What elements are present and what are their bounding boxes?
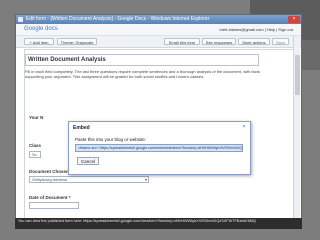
date-input[interactable] <box>29 202 79 209</box>
form-toolbar: + Add item Theme: Grayscale Email this f… <box>16 36 301 48</box>
field-label-name: Your N <box>29 115 44 120</box>
google-docs-logo: Google docs <box>24 26 58 32</box>
see-responses-button[interactable]: See responses <box>202 38 236 45</box>
email-form-button[interactable]: Email this form <box>164 38 200 45</box>
browser-window: Edit form - [Written Document Analysis] … <box>15 14 302 226</box>
close-icon[interactable]: × <box>241 124 247 130</box>
form-description[interactable]: Fill in each field completely. The last … <box>25 69 260 79</box>
more-actions-button[interactable]: More actions <box>238 38 270 45</box>
theme-button[interactable]: Theme: Grayscale <box>57 38 97 45</box>
add-item-button[interactable]: + Add item <box>24 38 54 45</box>
slide-background: Edit form - [Written Document Analysis] … <box>0 0 320 240</box>
save-button[interactable]: Save <box>272 38 289 45</box>
field-label-document: Document Chosen * <box>29 169 72 174</box>
field-label-class: Class <box>29 143 42 148</box>
user-links[interactable]: brett.staines@gmail.com | Help | Sign ou… <box>219 27 293 32</box>
window-title: Edit form - [Written Document Analysis] … <box>26 16 210 22</box>
class-select[interactable]: Sc <box>29 151 41 158</box>
app-header: Google docs brett.staines@gmail.com | He… <box>16 24 301 36</box>
caption-bar: You can view the published form here: ht… <box>15 218 302 229</box>
embed-dialog: Embed × Paste this into your blog or web… <box>68 121 251 175</box>
caption-text: You can view the published form here: ht… <box>18 219 257 223</box>
document-select[interactable]: Gettysburg Address ▾ <box>29 176 149 183</box>
chevron-down-icon: ▾ <box>144 177 147 182</box>
browser-icon <box>18 17 23 22</box>
field-label-date: Date of Document * <box>29 195 71 200</box>
embed-dialog-title: Embed <box>73 125 90 131</box>
window-titlebar: Edit form - [Written Document Analysis] … <box>16 15 301 24</box>
embed-code-field[interactable]: <iframe src="https://spreadsheets0.googl… <box>75 144 243 152</box>
document-select-value: Gettysburg Address <box>32 177 68 182</box>
window-close-button[interactable]: × <box>288 16 300 23</box>
cancel-button[interactable]: Cancel <box>77 157 99 165</box>
embed-instruction: Paste this into your blog or website: <box>75 137 147 142</box>
scrollbar-thumb[interactable] <box>295 55 300 95</box>
form-title[interactable]: Written Document Analysis <box>25 54 259 66</box>
